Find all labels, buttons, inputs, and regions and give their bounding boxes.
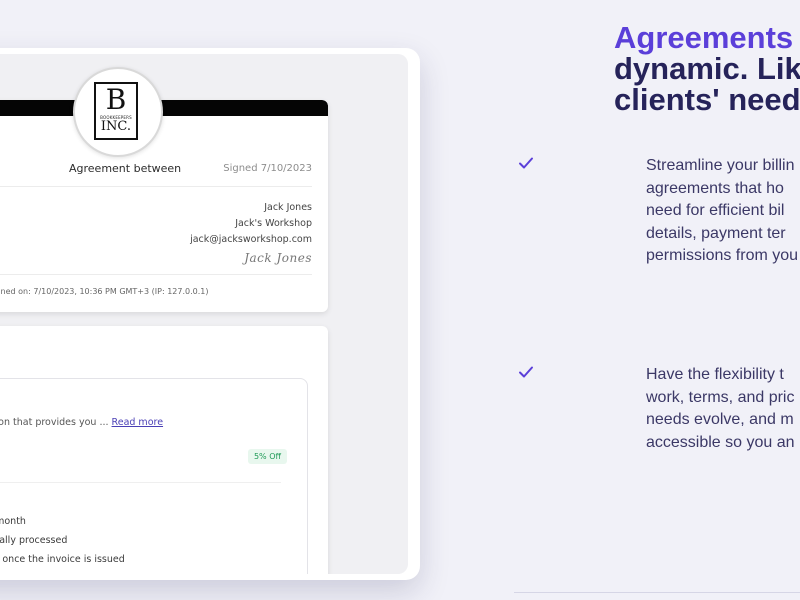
list-item: rocessed once the invoice is issued: [0, 554, 125, 565]
subscription-plan-box: ubscription that provides you ... Read m…: [0, 378, 308, 574]
divider: [0, 186, 312, 187]
check-icon: [519, 366, 533, 378]
party-name: Jack Jones: [264, 202, 312, 213]
party-signature: Jack Jones: [244, 251, 312, 265]
party-company: Jack's Workshop: [235, 218, 312, 229]
mockup-canvas: Agreement between Signed 7/10/2023 Jack …: [0, 54, 408, 574]
subscription-card: n ubscription that provides you ... Read…: [0, 326, 328, 574]
discount-badge: 5% Off: [247, 449, 287, 464]
card-header-bar: [0, 100, 328, 116]
plan-description: ubscription that provides you ... Read m…: [0, 417, 163, 428]
headline-line-3: clients' need: [614, 82, 800, 117]
section-divider: [514, 592, 800, 593]
list-item: of each month: [0, 516, 26, 527]
party-email: jack@jacksworkshop.com: [190, 234, 312, 245]
logo-letter: B: [105, 83, 127, 116]
signed-date: Signed 7/10/2023: [223, 163, 312, 174]
product-mockup-frame: Agreement between Signed 7/10/2023 Jack …: [0, 48, 420, 580]
check-icon: [519, 157, 533, 169]
company-logo: B BOOKKEEPERS INC.: [73, 67, 163, 157]
divider: [0, 274, 312, 275]
list-item: utomatically processed: [0, 535, 68, 546]
agreement-label: Agreement between: [69, 162, 182, 175]
feature-text: Have the flexibility t work, terms, and …: [646, 366, 795, 451]
page: Agreement between Signed 7/10/2023 Jack …: [0, 0, 800, 600]
feature-text: Streamline your billin agreements that h…: [646, 157, 799, 264]
party-details: Jack Jones Jack's Workshop jack@jackswor…: [190, 200, 312, 266]
plan-description-text: ubscription that provides you ...: [0, 417, 109, 428]
divider: [0, 482, 281, 483]
headline-accent: Agreements: [614, 20, 794, 55]
logo-mark: B BOOKKEEPERS INC.: [94, 82, 138, 140]
logo-suffix: INC.: [100, 119, 132, 134]
headline-line-2: dynamic. Lik: [614, 51, 800, 86]
read-more-link[interactable]: Read more: [112, 417, 164, 428]
digital-signature-line: gitally signed on: 7/10/2023, 10:36 PM G…: [0, 287, 209, 296]
agreement-card: Agreement between Signed 7/10/2023 Jack …: [0, 100, 328, 312]
hero-headline: Agreements dynamic. Lik clients' need: [614, 22, 800, 115]
payment-terms-list: of each month utomatically processed roc…: [0, 512, 125, 569]
